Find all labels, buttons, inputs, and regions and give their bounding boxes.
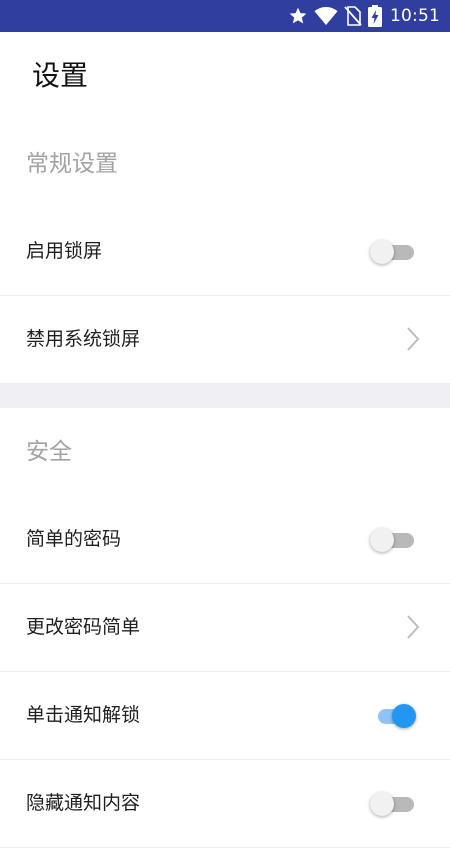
section-header-general: 常规设置 <box>0 120 450 208</box>
chevron-right-icon <box>407 327 420 351</box>
section-title: 安全 <box>26 439 72 465</box>
wifi-icon <box>314 7 338 25</box>
page-title: 设置 <box>32 59 89 92</box>
toggle-thumb <box>392 704 416 728</box>
settings-list: 常规设置 启用锁屏 禁用系统锁屏 安全 简单的密码 更改密码简单 单击通知解锁 <box>0 120 450 848</box>
toggle-thumb <box>370 792 394 816</box>
star-icon <box>289 7 307 24</box>
row-label: 简单的密码 <box>26 528 122 550</box>
settings-row-simple-password[interactable]: 简单的密码 <box>0 496 450 584</box>
hide-notification-content-toggle[interactable] <box>370 792 414 816</box>
chevron-right-icon <box>407 615 420 639</box>
tap-notification-unlock-toggle[interactable] <box>374 704 416 728</box>
settings-row-enable-lockscreen[interactable]: 启用锁屏 <box>0 208 450 296</box>
status-time: 10:51 <box>390 6 440 26</box>
battery-charging-icon <box>368 5 382 27</box>
section-title: 常规设置 <box>26 151 118 177</box>
status-bar: 10:51 <box>0 0 450 32</box>
toggle-thumb <box>370 240 394 264</box>
app-bar: 设置 <box>0 32 450 121</box>
row-label: 隐藏通知内容 <box>26 792 141 814</box>
settings-row-tap-notification-unlock[interactable]: 单击通知解锁 <box>0 672 450 760</box>
enable-lockscreen-toggle[interactable] <box>370 240 414 264</box>
section-divider <box>0 384 450 408</box>
row-label: 单击通知解锁 <box>26 704 141 726</box>
row-label: 启用锁屏 <box>26 240 103 262</box>
status-icons: 10:51 <box>288 0 440 32</box>
row-label: 更改密码简单 <box>26 616 141 638</box>
row-label: 禁用系统锁屏 <box>26 328 141 350</box>
settings-row-disable-system-lockscreen[interactable]: 禁用系统锁屏 <box>0 296 450 384</box>
section-header-security: 安全 <box>0 408 450 496</box>
settings-row-hide-notification-content[interactable]: 隐藏通知内容 <box>0 760 450 848</box>
toggle-thumb <box>370 528 394 552</box>
no-sim-icon <box>344 6 362 26</box>
settings-row-change-simple-password[interactable]: 更改密码简单 <box>0 584 450 672</box>
simple-password-toggle[interactable] <box>370 528 414 552</box>
